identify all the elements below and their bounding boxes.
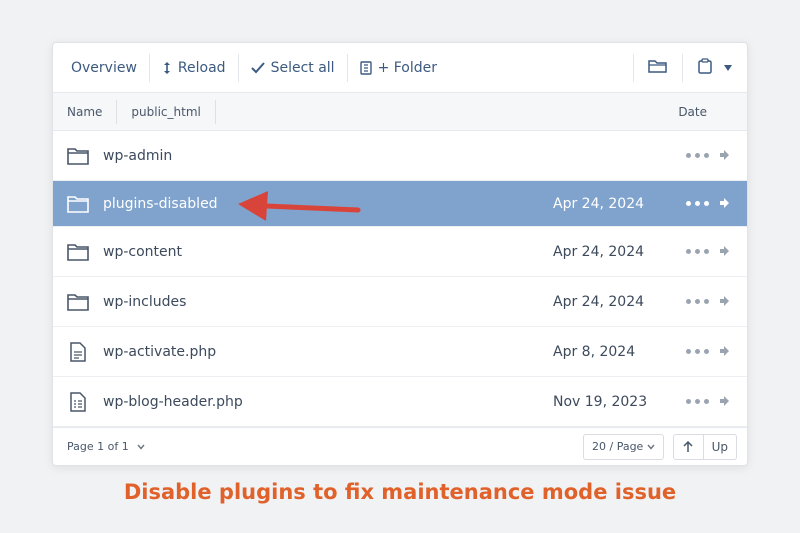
more-icon[interactable]	[686, 249, 709, 254]
file-manager-panel: Overview Reload Select all + Folder Name…	[52, 42, 748, 466]
check-icon	[250, 61, 265, 74]
more-icon[interactable]	[686, 299, 709, 304]
column-header-row: Name public_html Date	[53, 93, 747, 131]
name-column-header[interactable]: Name	[53, 99, 118, 124]
row-actions	[686, 344, 729, 360]
row-date: Apr 24, 2024	[553, 293, 645, 310]
arrow-up-icon[interactable]	[674, 434, 704, 459]
clipboard-icon	[697, 58, 713, 78]
caption-text: Disable plugins to fix maintenance mode …	[123, 480, 677, 504]
up-button[interactable]: Up	[704, 435, 736, 459]
row-name: wp-admin	[103, 147, 173, 164]
page-label: Page 1 of 1	[67, 440, 129, 453]
table-row-selected[interactable]: plugins-disabled Apr 24, 2024	[53, 181, 747, 227]
overview-label: Overview	[71, 59, 137, 76]
breadcrumb[interactable]: public_html	[117, 99, 216, 124]
date-header-label: Date	[678, 104, 707, 119]
up-button-group: Up	[672, 433, 737, 460]
table-row[interactable]: wp-content Apr 24, 2024	[53, 227, 747, 277]
folder-icon	[53, 195, 103, 213]
row-date: Apr 8, 2024	[553, 343, 636, 360]
page-selector[interactable]: Page 1 of 1	[67, 440, 145, 453]
reload-button[interactable]: Reload	[150, 43, 238, 93]
chevron-down-icon	[647, 440, 655, 453]
file-icon	[53, 341, 103, 362]
toolbar-right-group	[633, 43, 747, 93]
arrow-right-icon[interactable]	[719, 196, 729, 212]
per-page-select[interactable]: 20 / Page	[583, 433, 665, 460]
table-row[interactable]: wp-includes Apr 24, 2024	[53, 277, 747, 327]
row-actions	[686, 196, 729, 212]
folder-open-icon	[648, 58, 668, 78]
table-row[interactable]: wp-admin	[53, 131, 747, 181]
footer: Page 1 of 1 20 / Page Up	[53, 427, 747, 465]
arrow-right-icon[interactable]	[719, 244, 729, 260]
row-date: Apr 24, 2024	[553, 243, 645, 260]
row-actions	[686, 294, 729, 310]
arrow-right-icon[interactable]	[719, 294, 729, 310]
row-actions	[686, 148, 729, 164]
arrow-right-icon[interactable]	[719, 394, 729, 410]
reload-label: Reload	[177, 59, 226, 76]
new-folder-button[interactable]: + Folder	[348, 43, 449, 93]
select-all-label: Select all	[270, 59, 335, 76]
clipboard-button[interactable]	[683, 43, 747, 93]
file-icon	[53, 391, 103, 412]
file-list: wp-admin plugins-disabled Apr 24, 2024 w…	[53, 131, 747, 427]
chevron-down-icon[interactable]	[723, 60, 733, 76]
name-header-label: Name	[67, 104, 103, 119]
overview-button[interactable]: Overview	[59, 43, 149, 93]
open-folder-button[interactable]	[634, 43, 682, 93]
row-actions	[686, 394, 729, 410]
more-icon[interactable]	[686, 201, 709, 206]
row-actions	[686, 244, 729, 260]
more-icon[interactable]	[686, 399, 709, 404]
new-folder-label: + Folder	[377, 59, 438, 76]
chevron-down-icon	[137, 440, 145, 453]
folder-icon	[53, 293, 103, 311]
up-label: Up	[711, 439, 728, 454]
more-icon[interactable]	[686, 349, 709, 354]
select-all-button[interactable]: Select all	[239, 43, 347, 93]
breadcrumb-path: public_html	[131, 104, 201, 119]
table-row[interactable]: wp-blog-header.php Nov 19, 2023	[53, 377, 747, 427]
toolbar: Overview Reload Select all + Folder	[53, 43, 747, 93]
annotation-arrow-icon	[238, 191, 361, 221]
row-date: Nov 19, 2023	[553, 393, 648, 410]
arrow-right-icon[interactable]	[719, 344, 729, 360]
more-icon[interactable]	[686, 153, 709, 158]
date-column-header[interactable]: Date	[678, 105, 707, 119]
arrow-right-icon[interactable]	[719, 148, 729, 164]
folder-icon	[53, 243, 103, 261]
folder-icon	[53, 147, 103, 165]
reload-icon	[162, 61, 172, 75]
per-page-label: 20 / Page	[592, 440, 644, 453]
table-row[interactable]: wp-activate.php Apr 8, 2024	[53, 327, 747, 377]
archive-icon	[359, 60, 372, 75]
row-date: Apr 24, 2024	[553, 195, 645, 212]
